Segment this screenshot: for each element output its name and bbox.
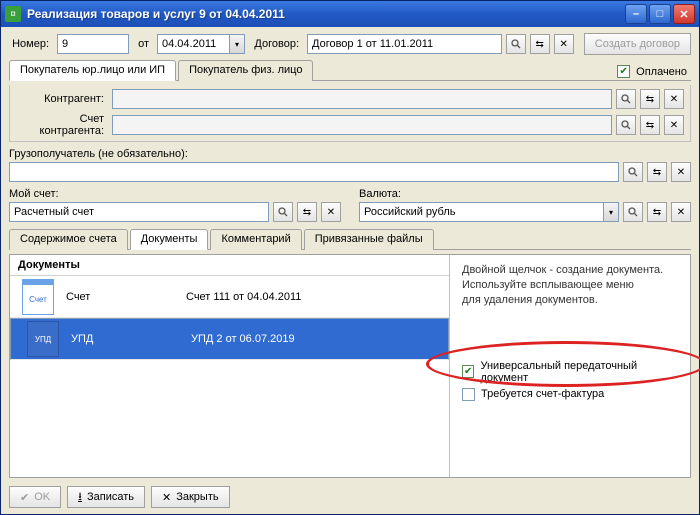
- tab-comment[interactable]: Комментарий: [210, 229, 301, 250]
- currency-label: Валюта:: [359, 186, 691, 202]
- app-icon: ¤: [5, 6, 21, 22]
- upd-icon: УПД: [27, 321, 59, 357]
- contract-label: Договор:: [253, 38, 303, 50]
- save-icon: ⭳: [78, 488, 82, 507]
- title-bar: ¤ Реализация товаров и услуг 9 от 04.04.…: [1, 1, 699, 27]
- consignee-swap-icon[interactable]: ⇆: [647, 162, 667, 182]
- ok-button[interactable]: ✔ OK: [9, 486, 61, 508]
- minimize-button[interactable]: –: [625, 4, 647, 24]
- contragent-clear-icon[interactable]: ✕: [664, 89, 684, 109]
- contragent-label: Контрагент:: [16, 93, 108, 105]
- document-row-upd[interactable]: УПД УПД УПД 2 от 06.07.2019: [10, 318, 449, 360]
- close-icon: ✕: [162, 491, 171, 504]
- contract-clear-icon[interactable]: ✕: [554, 34, 574, 54]
- contragent-account-swap-icon[interactable]: ⇆: [640, 115, 660, 135]
- footer-bar: ✔ OK ⭳ Записать ✕ Закрыть: [9, 482, 691, 508]
- contragent-account-input[interactable]: [112, 115, 612, 135]
- close-button[interactable]: ✕ Закрыть: [151, 486, 230, 508]
- sf-checkbox[interactable]: ✔: [462, 388, 475, 401]
- date-input[interactable]: [157, 34, 229, 54]
- create-contract-button[interactable]: Создать договор: [584, 33, 691, 55]
- window-title: Реализация товаров и услуг 9 от 04.04.20…: [27, 7, 625, 21]
- tab-buyer-person[interactable]: Покупатель физ. лицо: [178, 60, 313, 81]
- paid-checkbox[interactable]: ✔: [617, 65, 630, 78]
- save-button[interactable]: ⭳ Записать: [67, 486, 145, 508]
- currency-dropdown-icon[interactable]: ▾: [603, 202, 619, 222]
- consignee-label: Грузополучатель (не обязательно):: [9, 146, 691, 162]
- tab-content[interactable]: Содержимое счета: [9, 229, 128, 250]
- consignee-search-icon[interactable]: [623, 162, 643, 182]
- contract-input[interactable]: [307, 34, 502, 54]
- currency-clear-icon[interactable]: ✕: [671, 202, 691, 222]
- contragent-swap-icon[interactable]: ⇆: [640, 89, 660, 109]
- upd-checkbox-row: ✔ Универсальный передаточный документ: [462, 360, 678, 384]
- document-type: Счет: [66, 291, 186, 303]
- myaccount-clear-icon[interactable]: ✕: [321, 202, 341, 222]
- tab-buyer-legal[interactable]: Покупатель юр.лицо или ИП: [9, 60, 176, 81]
- documents-hint: Двойной щелчок - создание документа. Исп…: [462, 263, 678, 308]
- currency-input[interactable]: [359, 202, 603, 222]
- contract-search-icon[interactable]: [506, 34, 526, 54]
- upd-checkbox-label: Универсальный передаточный документ: [480, 360, 678, 384]
- buyer-tabbar: Покупатель юр.лицо или ИП Покупатель физ…: [9, 59, 691, 81]
- tab-attachments[interactable]: Привязанные файлы: [304, 229, 434, 250]
- close-window-button[interactable]: ✕: [673, 4, 695, 24]
- contragent-search-icon[interactable]: [616, 89, 636, 109]
- consignee-clear-icon[interactable]: ✕: [671, 162, 691, 182]
- contragent-account-search-icon[interactable]: [616, 115, 636, 135]
- document-type: УПД: [71, 333, 191, 345]
- contract-swap-icon[interactable]: ⇆: [530, 34, 550, 54]
- documents-header: Документы: [10, 255, 449, 276]
- sf-checkbox-label: Требуется счет-фактура: [481, 388, 604, 400]
- check-icon: ✔: [20, 491, 29, 504]
- myaccount-search-icon[interactable]: [273, 202, 293, 222]
- contragent-account-clear-icon[interactable]: ✕: [664, 115, 684, 135]
- number-input[interactable]: [57, 34, 129, 54]
- consignee-input[interactable]: [9, 162, 619, 182]
- contragent-account-label: Счет контрагента:: [16, 113, 108, 137]
- currency-search-icon[interactable]: [623, 202, 643, 222]
- upd-checkbox[interactable]: ✔: [462, 365, 474, 378]
- myaccount-label: Мой счет:: [9, 186, 341, 202]
- date-dropdown-icon[interactable]: ▾: [229, 34, 245, 54]
- app-window: ¤ Реализация товаров и услуг 9 от 04.04.…: [0, 0, 700, 515]
- number-label: Номер:: [9, 38, 53, 50]
- myaccount-input[interactable]: [9, 202, 269, 222]
- document-desc: Счет 111 от 04.04.2011: [186, 291, 449, 303]
- content-tabbar: Содержимое счета Документы Комментарий П…: [9, 228, 691, 250]
- documents-pane: Документы Счет Счет Счет 111 от 04.04.20…: [9, 254, 691, 478]
- contragent-input[interactable]: [112, 89, 612, 109]
- document-row-schet[interactable]: Счет Счет Счет 111 от 04.04.2011: [10, 276, 449, 318]
- documents-list: Счет Счет Счет 111 от 04.04.2011 УПД УПД…: [10, 276, 449, 477]
- maximize-button[interactable]: □: [649, 4, 671, 24]
- myaccount-swap-icon[interactable]: ⇆: [297, 202, 317, 222]
- from-label: от: [133, 38, 153, 50]
- sf-checkbox-row: ✔ Требуется счет-фактура: [462, 388, 678, 401]
- paid-label: Оплачено: [636, 66, 687, 78]
- tab-documents[interactable]: Документы: [130, 229, 209, 250]
- schet-icon: Счет: [22, 279, 54, 315]
- document-desc: УПД 2 от 06.07.2019: [191, 333, 434, 345]
- currency-swap-icon[interactable]: ⇆: [647, 202, 667, 222]
